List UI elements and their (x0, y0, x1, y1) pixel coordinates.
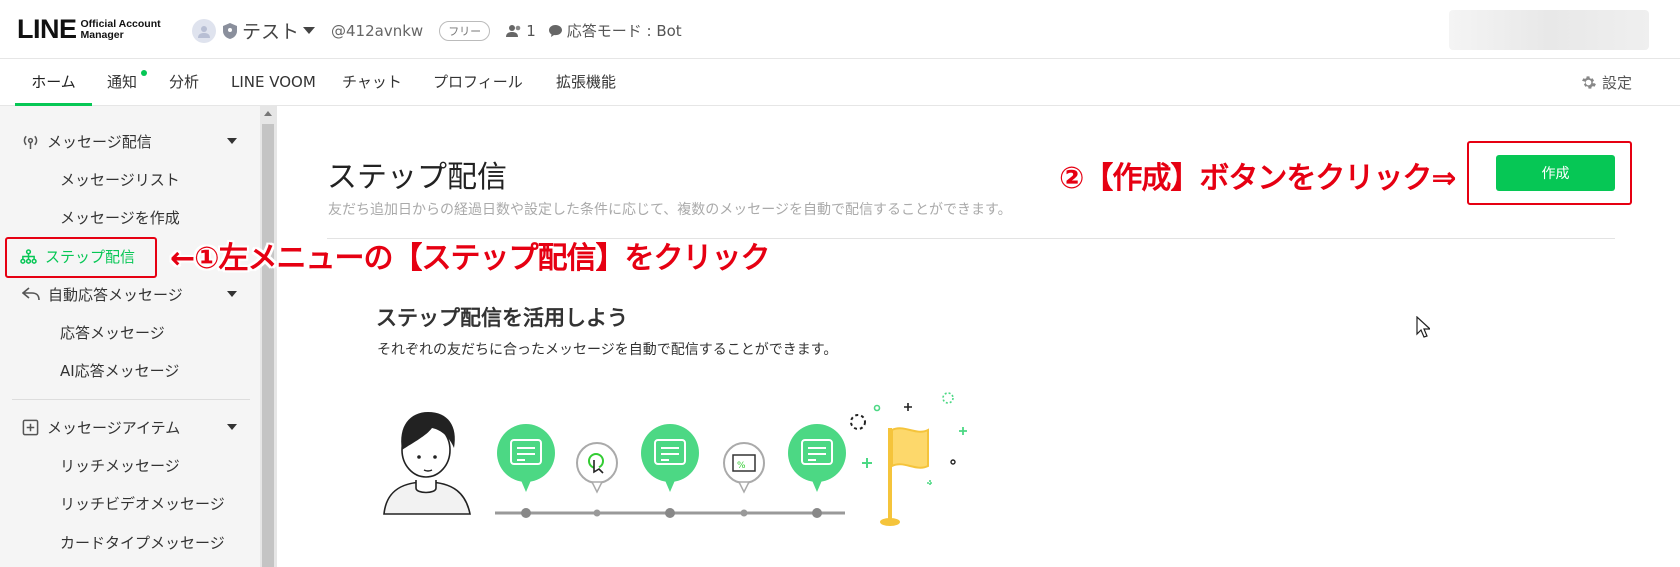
sidebar-group-auto-response[interactable]: 自動応答メッセージ (0, 275, 260, 313)
page-title: ステップ配信 (327, 160, 507, 195)
gear-icon (1582, 76, 1596, 89)
annotation-step2: ②【作成】ボタンをクリック⇒ (1059, 161, 1457, 196)
sidebar-item-ai-response[interactable]: AI応答メッセージ (0, 351, 260, 389)
logo-sub-text: Official Account Manager (80, 17, 161, 41)
sidebar: メッセージ配信 メッセージリスト メッセージを作成 ステップ配信 自動応答メッセ… (0, 106, 260, 567)
plan-badge: フリー (439, 20, 491, 41)
shield-icon (223, 22, 237, 39)
sidebar-item-card-message[interactable]: カードタイプメッセージ (0, 523, 260, 561)
sidebar-item-response-message[interactable]: 応答メッセージ (0, 313, 260, 351)
chevron-down-icon (227, 291, 237, 297)
scroll-up-arrow[interactable] (264, 111, 272, 116)
chevron-down-icon (303, 27, 316, 34)
notification-dot (141, 70, 147, 76)
message-bubble-icon (497, 424, 555, 492)
sidebar-scrollbar[interactable] (260, 106, 276, 567)
sidebar-group-message-delivery[interactable]: メッセージ配信 (0, 122, 260, 160)
section-description: それぞれの友だちに合ったメッセージを自動で配信することができます。 (377, 342, 838, 358)
goal-flag-icon (850, 392, 967, 526)
account-name: テスト (242, 21, 300, 43)
sidebar-item-rich-message[interactable]: リッチメッセージ (0, 446, 260, 484)
tab-notifications[interactable]: 通知 (107, 59, 137, 106)
logo-main-text: LINE (17, 14, 77, 44)
reply-icon (22, 287, 40, 301)
page-description: 友だち追加日からの経過日数や設定した条件に応じて、複数のメッセージを自動で配信す… (328, 202, 1012, 218)
section-title: ステップ配信を活用しよう (376, 306, 628, 330)
sidebar-group-label: 自動応答メッセージ (48, 285, 183, 304)
account-switcher[interactable]: テスト @412avnkw フリー 1 応答モード : Bot (192, 17, 682, 44)
mouse-cursor-icon (1416, 316, 1430, 338)
response-mode-text: 応答モード : Bot (566, 22, 682, 40)
sidebar-group-label: メッセージアイテム (47, 418, 181, 437)
avatar-placeholder-icon (198, 25, 210, 38)
annotation-highlight-step-menu (5, 237, 157, 278)
chevron-down-icon (227, 138, 237, 144)
person-illustration (383, 412, 471, 515)
settings-label: 設定 (1602, 74, 1633, 92)
account-id: @412avnkw (331, 21, 424, 40)
tap-bubble-icon (576, 442, 618, 494)
tab-chat[interactable]: チャット (342, 59, 402, 106)
settings-link[interactable]: 設定 (1581, 59, 1632, 106)
message-bubble-icon (788, 424, 846, 492)
chat-bubble-icon (548, 24, 562, 37)
annotation-step1: ←①左メニューの【ステップ配信】をクリック (170, 241, 771, 276)
chevron-down-icon (227, 424, 237, 430)
sidebar-group-label: メッセージ配信 (47, 132, 152, 151)
sidebar-item-message-list[interactable]: メッセージリスト (0, 160, 260, 198)
scrollbar-thumb[interactable] (262, 124, 274, 567)
user-menu-blurred[interactable] (1449, 10, 1649, 50)
sidebar-item-rich-video-message[interactable]: リッチビデオメッセージ (0, 484, 260, 522)
main-nav: ホーム 通知 分析 LINE VOOM チャット プロフィール 拡張機能 設定 (0, 59, 1680, 106)
svg-text:%: % (737, 461, 746, 471)
sidebar-item-create-message[interactable]: メッセージを作成 (0, 198, 260, 236)
friend-count-value: 1 (526, 21, 536, 40)
annotation-highlight-create-button (1467, 141, 1632, 205)
friend-count[interactable]: 1 (506, 22, 536, 40)
broadcast-icon (23, 135, 38, 149)
sidebar-group-message-items[interactable]: メッセージアイテム (0, 408, 260, 446)
friends-icon (506, 24, 521, 37)
logo[interactable]: LINE Official Account Manager (17, 14, 177, 45)
sidebar-divider (12, 399, 250, 400)
content-divider (276, 106, 280, 567)
avatar (192, 18, 216, 43)
tab-extensions[interactable]: 拡張機能 (556, 59, 616, 106)
coupon-bubble-icon: % (723, 442, 765, 494)
app-root: LINE Official Account Manager テスト @412av… (0, 0, 1680, 567)
step-delivery-illustration: % (383, 392, 967, 526)
add-square-icon (22, 419, 39, 435)
tab-line-voom[interactable]: LINE VOOM (231, 59, 316, 106)
top-header: LINE Official Account Manager テスト @412av… (0, 0, 1680, 59)
tab-profile[interactable]: プロフィール (433, 59, 523, 106)
response-mode[interactable]: 応答モード : Bot (548, 20, 682, 41)
tab-home[interactable]: ホーム (15, 59, 92, 106)
tab-analytics[interactable]: 分析 (169, 59, 199, 106)
message-bubble-icon (641, 424, 699, 492)
